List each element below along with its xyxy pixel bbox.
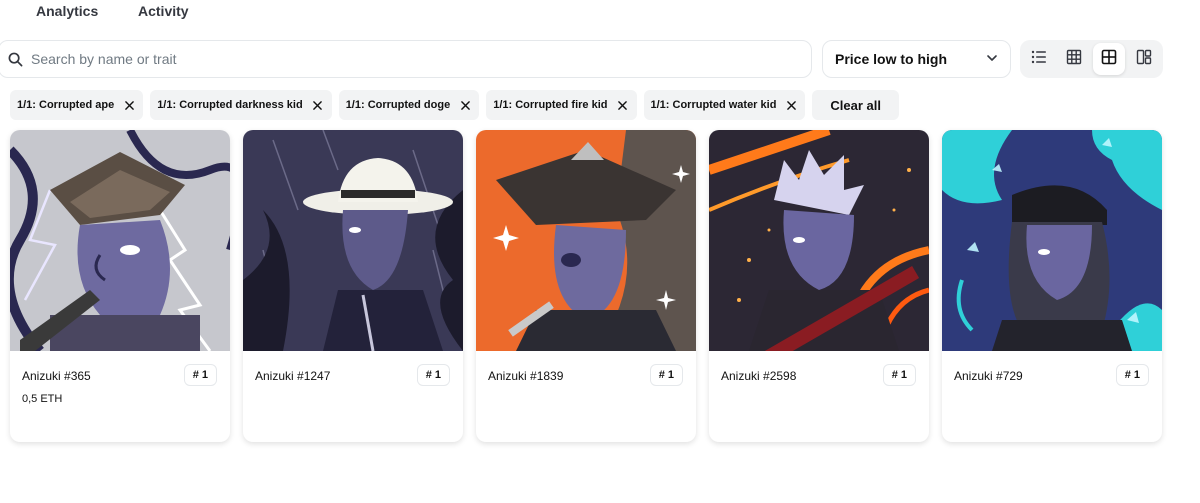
tab-activity[interactable]: Activity bbox=[138, 3, 189, 19]
nft-card[interactable]: Anizuki #2598 # 1 bbox=[709, 130, 929, 442]
nft-card[interactable]: Anizuki #1839 # 1 bbox=[476, 130, 696, 442]
item-name: Anizuki #2598 bbox=[721, 369, 797, 383]
sort-label: Price low to high bbox=[835, 51, 948, 67]
masonry-view-button[interactable] bbox=[1128, 43, 1160, 75]
nft-image bbox=[709, 130, 929, 351]
tab-analytics[interactable]: Analytics bbox=[36, 3, 98, 19]
nft-card[interactable]: Anizuki #365 # 1 0,5 ETH bbox=[10, 130, 230, 442]
active-filters: 1/1: Corrupted ape 1/1: Corrupted darkne… bbox=[10, 90, 900, 120]
item-grid: Anizuki #365 # 1 0,5 ETH Anizuki #1247 #… bbox=[10, 130, 1162, 442]
close-icon[interactable] bbox=[786, 100, 796, 110]
nft-image bbox=[476, 130, 696, 351]
grid-small-view-button[interactable] bbox=[1058, 43, 1090, 75]
clear-all-button[interactable]: Clear all bbox=[812, 90, 900, 120]
search-icon bbox=[7, 51, 23, 67]
nft-card[interactable]: Anizuki #729 # 1 bbox=[942, 130, 1162, 442]
list-icon bbox=[1031, 49, 1047, 70]
sort-dropdown[interactable]: Price low to high bbox=[822, 40, 1011, 78]
item-name: Anizuki #365 bbox=[22, 369, 91, 383]
chevron-down-icon bbox=[986, 51, 998, 67]
rank-badge: # 1 bbox=[1115, 364, 1149, 386]
filter-chip-label: 1/1: Corrupted ape bbox=[17, 99, 115, 111]
filter-chip[interactable]: 1/1: Corrupted darkness kid bbox=[150, 90, 332, 120]
filter-chip-label: 1/1: Corrupted doge bbox=[345, 99, 451, 111]
close-icon[interactable] bbox=[313, 100, 323, 110]
rank-badge: # 1 bbox=[416, 364, 450, 386]
nft-image bbox=[942, 130, 1162, 351]
search-input[interactable] bbox=[31, 51, 771, 67]
close-icon[interactable] bbox=[618, 100, 628, 110]
filter-chip[interactable]: 1/1: Corrupted ape bbox=[10, 90, 144, 120]
rank-badge: # 1 bbox=[183, 364, 217, 386]
item-price: 0,5 ETH bbox=[22, 393, 63, 405]
item-name: Anizuki #1247 bbox=[255, 369, 331, 383]
masonry-icon bbox=[1136, 49, 1152, 70]
nft-image bbox=[243, 130, 463, 351]
search-bar[interactable] bbox=[0, 40, 812, 78]
close-icon[interactable] bbox=[124, 100, 134, 110]
filter-chip-label: 1/1: Corrupted water kid bbox=[650, 99, 777, 111]
grid-small-icon bbox=[1066, 49, 1082, 70]
close-icon[interactable] bbox=[460, 100, 470, 110]
nft-card[interactable]: Anizuki #1247 # 1 bbox=[243, 130, 463, 442]
filter-chip[interactable]: 1/1: Corrupted fire kid bbox=[486, 90, 637, 120]
item-name: Anizuki #1839 bbox=[488, 369, 564, 383]
collection-tabs: Analytics Activity bbox=[0, 0, 1200, 24]
filter-chip-label: 1/1: Corrupted darkness kid bbox=[157, 99, 303, 111]
grid-large-icon bbox=[1101, 49, 1117, 70]
list-view-button[interactable] bbox=[1023, 43, 1055, 75]
item-name: Anizuki #729 bbox=[954, 369, 1023, 383]
rank-badge: # 1 bbox=[649, 364, 683, 386]
filter-chip-label: 1/1: Corrupted fire kid bbox=[493, 99, 608, 111]
rank-badge: # 1 bbox=[882, 364, 916, 386]
filter-chip[interactable]: 1/1: Corrupted doge bbox=[338, 90, 480, 120]
nft-image bbox=[10, 130, 230, 351]
grid-large-view-button[interactable] bbox=[1093, 43, 1125, 75]
view-mode-toggle bbox=[1020, 40, 1163, 78]
filter-chip[interactable]: 1/1: Corrupted water kid bbox=[643, 90, 806, 120]
